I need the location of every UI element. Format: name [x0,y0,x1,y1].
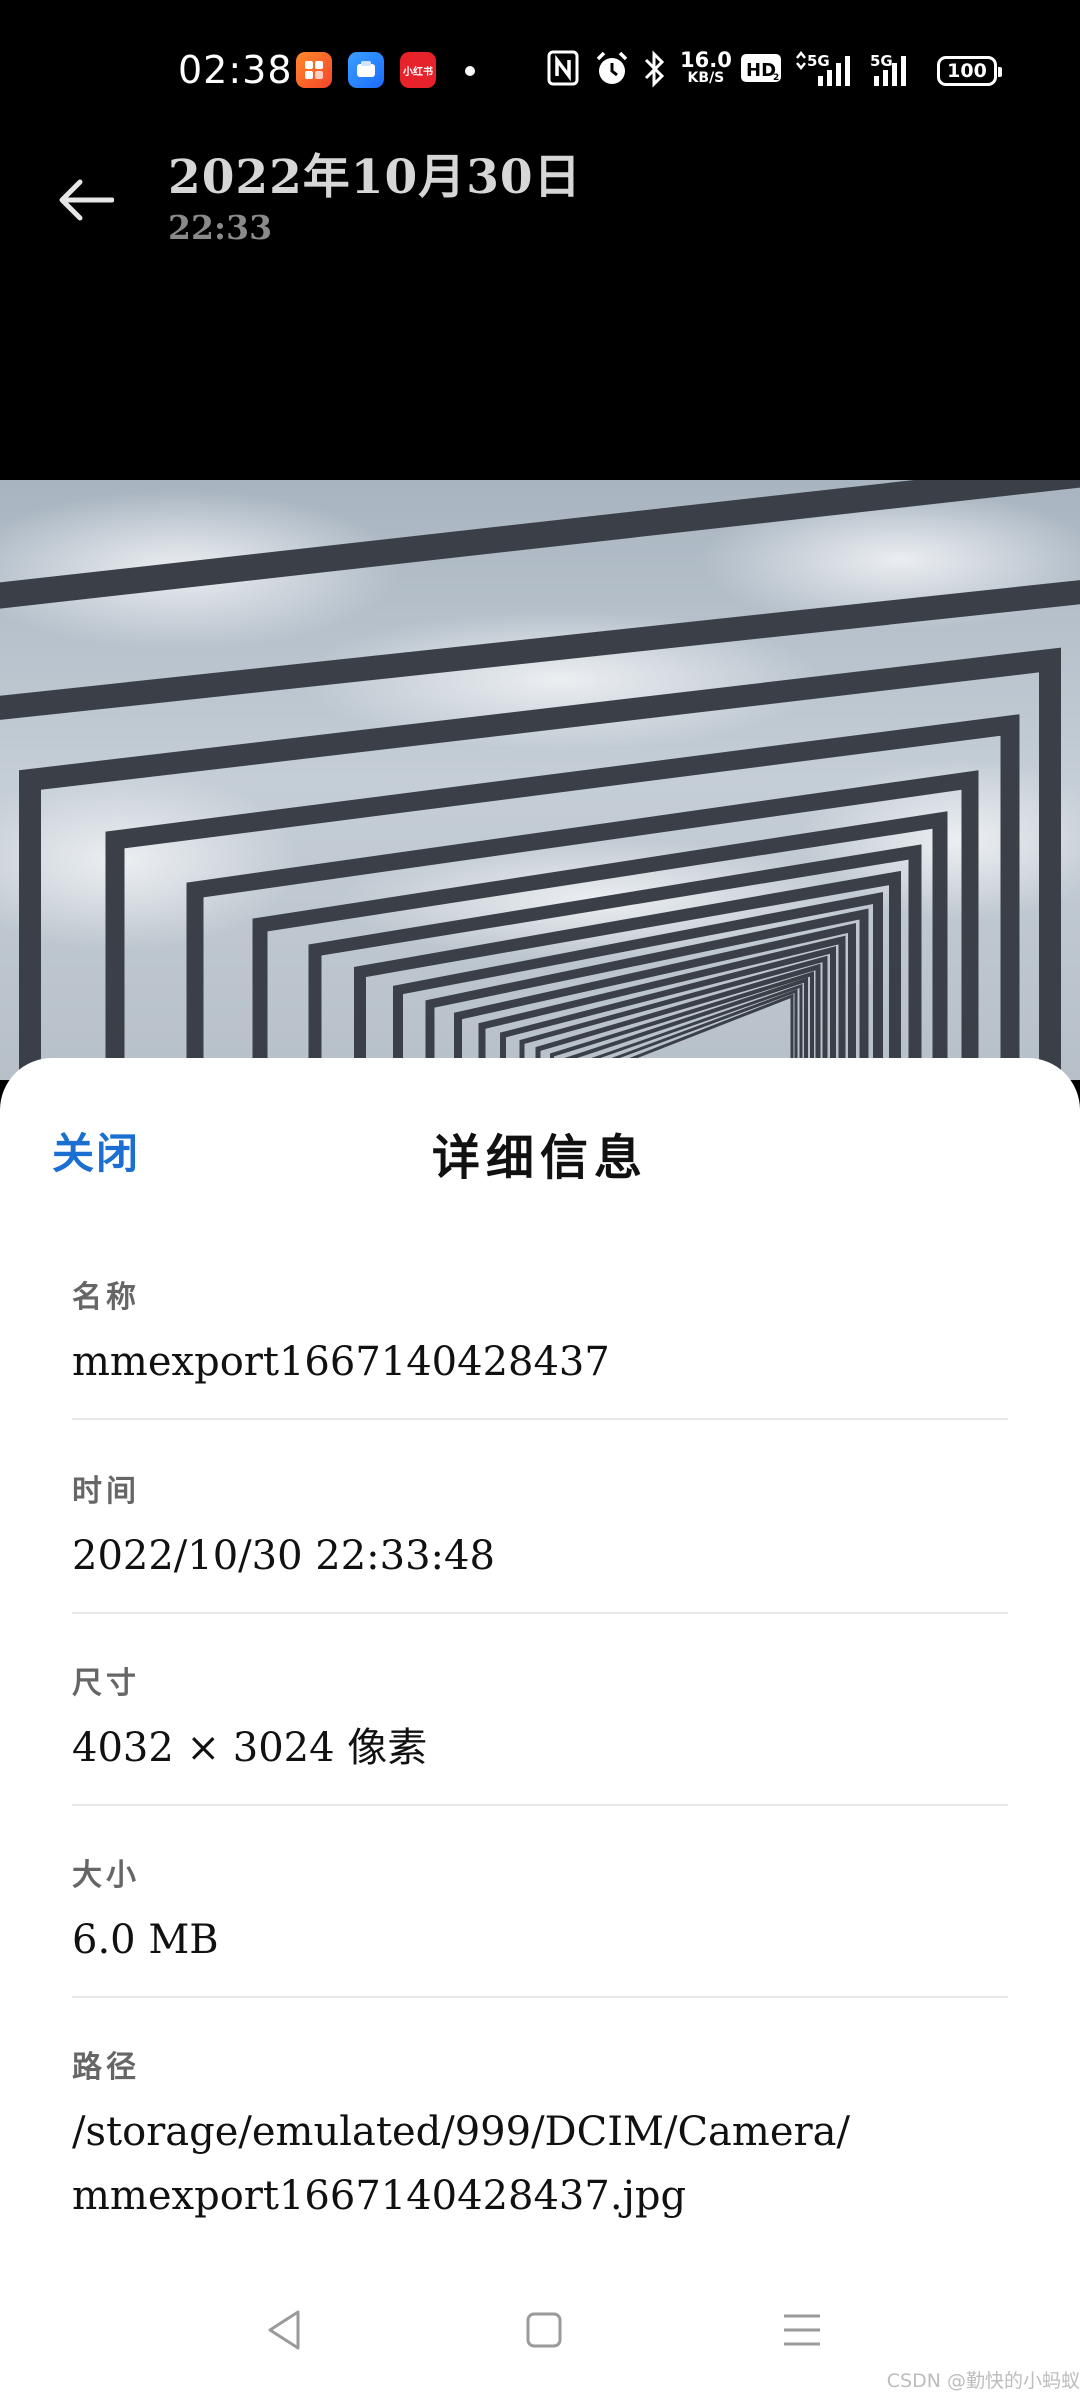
divider [72,1804,1008,1806]
back-nav-icon [268,2310,300,2350]
svg-text:5G: 5G [807,52,830,70]
app-blue-icon [348,52,384,88]
nav-menu-button[interactable] [772,2300,832,2360]
status-time: 02:38 [178,48,293,92]
back-arrow-icon [59,179,114,221]
app-red-icon: 小红书 [400,52,436,88]
info-label: 时间 [72,1474,140,1509]
home-nav-icon [526,2312,562,2348]
info-value-line: mmexport1667140428437.jpg [72,2173,687,2219]
info-value: 6.0 MB [72,1917,219,1963]
status-bar: 02:38 小红书 16.0 KB/S HD 2 5G 5G 100 [0,0,1080,140]
info-label: 尺寸 [72,1666,140,1701]
photo-date: 2022年10月30日 [168,150,582,205]
info-row-dimensions: 尺寸 4032 × 3024 像素 [72,1658,1008,1780]
divider [72,1418,1008,1420]
app-red-label: 小红书 [403,66,433,78]
svg-text:2: 2 [773,73,779,83]
network-speed: 16.0 KB/S [680,48,732,86]
info-value: 4032 × 3024 像素 [72,1725,428,1771]
nfc-icon [547,50,579,86]
svg-text:HD: HD [746,60,776,81]
watermark: CSDN @勤快的小蚂蚁 [886,2370,1080,2392]
info-row-size: 大小 6.0 MB [72,1850,1008,1972]
menu-nav-icon [784,2314,820,2346]
battery-level: 100 [947,60,987,82]
alarm-icon [596,51,628,84]
info-row-time: 时间 2022/10/30 22:33:48 [72,1466,1008,1588]
info-value: 2022/10/30 22:33:48 [72,1533,495,1579]
app-orange-icon [296,52,332,88]
nav-home-button[interactable] [514,2300,574,2360]
info-value-line: /storage/emulated/999/DCIM/Camera/ [72,2109,850,2155]
network-speed-value: 16.0 [680,48,732,72]
battery-icon: 100 [937,56,1002,86]
photo-time: 22:33 [168,208,273,247]
info-label: 大小 [72,1858,140,1893]
divider [72,1996,1008,1998]
network-speed-unit: KB/S [687,70,725,86]
info-value: mmexport1667140428437 [72,1339,610,1385]
svg-text:5G: 5G [870,52,893,70]
info-row-path: 路径 /storage/emulated/999/DCIM/Camera/ mm… [72,2042,1008,2228]
divider [72,1612,1008,1614]
info-label: 路径 [72,2050,140,2085]
signal-5g-icon: 5G [796,50,850,86]
info-label: 名称 [72,1280,140,1315]
bluetooth-icon [644,50,665,88]
notification-dot-icon [465,66,475,76]
info-row-name: 名称 mmexport1667140428437 [72,1272,1008,1394]
sheet-title: 详细信息 [431,1130,648,1186]
photo-image [0,480,1080,1080]
hd-icon: HD 2 [741,54,781,83]
info-value: /storage/emulated/999/DCIM/Camera/ mmexp… [72,2100,1008,2228]
nav-back-button[interactable] [254,2300,314,2360]
back-button[interactable] [50,170,120,230]
signal-5g-icon: 5G [870,52,906,86]
photo-preview[interactable] [0,480,1080,1080]
